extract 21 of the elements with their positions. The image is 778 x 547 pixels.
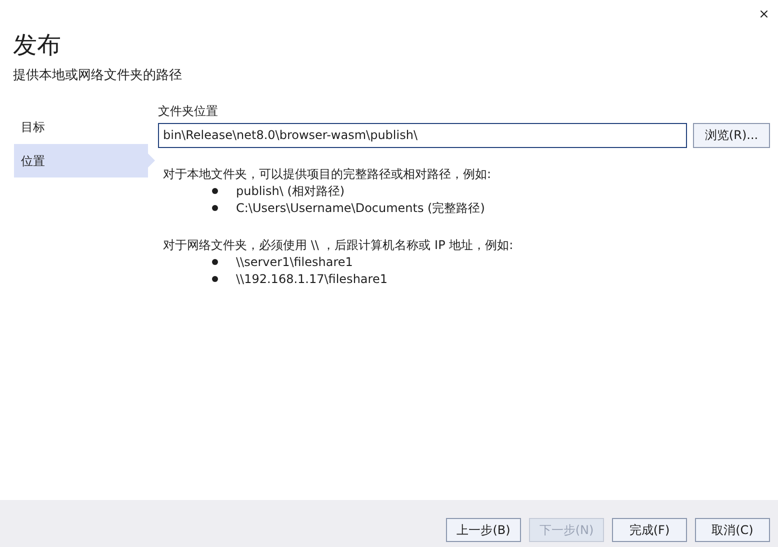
wizard-button[interactable]: 上一步(B) <box>446 518 521 542</box>
bullet-icon <box>212 259 218 265</box>
window-title: 发布 <box>13 30 62 60</box>
sidebar-item[interactable]: 目标 <box>14 110 155 144</box>
field-label: 文件夹位置 <box>158 102 219 120</box>
close-icon[interactable] <box>758 8 770 20</box>
help-text: 对于网络文件夹，必须使用 \\ ，后跟计算机名称或 IP 地址，例如: <box>163 236 514 254</box>
example-path: \\192.168.1.17\fileshare1 <box>236 271 388 288</box>
wizard-button[interactable]: 完成(F) <box>612 518 687 542</box>
example-path: \\server1\fileshare1 <box>236 254 353 271</box>
help-text: 对于本地文件夹，可以提供项目的完整路径或相对路径，例如: <box>163 166 492 182</box>
folder-path-field[interactable]: bin\Release\net8.0\browser-wasm\publish\ <box>158 122 687 148</box>
example-path: C:\Users\Username\Documents (完整路径) <box>236 200 485 217</box>
bullet-icon <box>212 205 218 211</box>
sidebar-item[interactable]: 位置 <box>14 144 155 178</box>
browse-button[interactable]: 浏览(R)... <box>693 122 770 148</box>
wizard-button[interactable]: 取消(C) <box>695 518 770 542</box>
example-path: publish\ (相对路径) <box>236 183 345 200</box>
bullet-icon <box>212 188 218 194</box>
bullet-icon <box>212 276 218 282</box>
window-subtitle: 提供本地或网络文件夹的路径 <box>13 67 183 85</box>
